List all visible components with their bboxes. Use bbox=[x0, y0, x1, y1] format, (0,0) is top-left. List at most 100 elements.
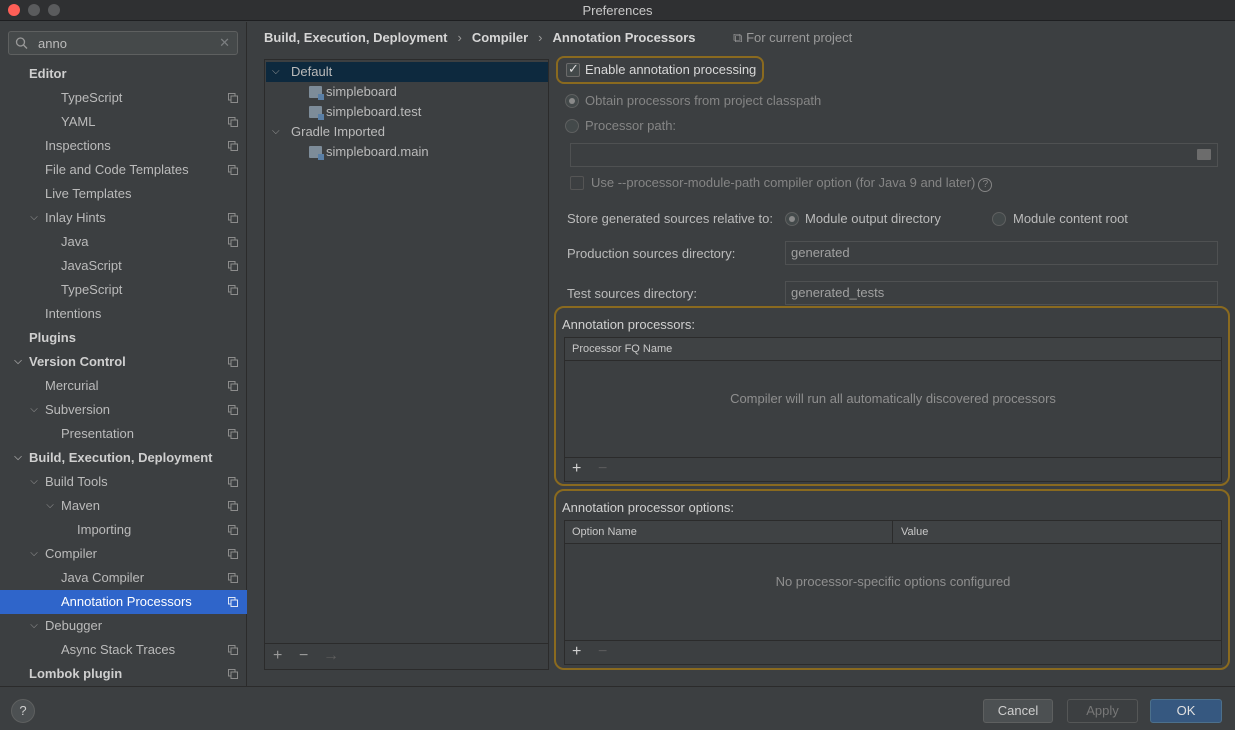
module-path-checkbox[interactable] bbox=[570, 176, 584, 190]
sidebar-item-label: Mercurial bbox=[45, 378, 99, 393]
breadcrumb-item: Annotation Processors bbox=[552, 30, 696, 45]
module-item[interactable]: simpleboard.main bbox=[309, 142, 429, 162]
sidebar-item-label: Async Stack Traces bbox=[61, 642, 176, 657]
remove-option-button[interactable]: − bbox=[598, 643, 607, 661]
cancel-button[interactable]: Cancel bbox=[983, 699, 1053, 723]
copy-icon bbox=[228, 405, 238, 415]
folder-icon[interactable] bbox=[1197, 149, 1211, 160]
module-path-text: Use --processor-module-path compiler opt… bbox=[591, 175, 976, 190]
obtain-classpath-radio[interactable] bbox=[565, 94, 579, 108]
copy-icon bbox=[228, 669, 238, 679]
profile-item-gradle[interactable]: ⌵ Gradle Imported bbox=[265, 122, 545, 142]
option-name-column[interactable]: Option Name bbox=[565, 521, 893, 543]
module-output-label: Module output directory bbox=[805, 211, 941, 226]
sidebar-item-label: JavaScript bbox=[61, 258, 122, 273]
copy-icon bbox=[228, 429, 238, 439]
close-icon[interactable]: ✕ bbox=[219, 35, 230, 51]
processors-table: Processor FQ Name Compiler will run all … bbox=[564, 337, 1222, 482]
copy-icon bbox=[228, 237, 238, 247]
processor-path-field[interactable] bbox=[570, 143, 1218, 167]
ok-button[interactable]: OK bbox=[1150, 699, 1222, 723]
sidebar-item-plugins[interactable]: Plugins bbox=[0, 326, 247, 350]
profile-item-default[interactable]: ⌵ Default bbox=[266, 62, 548, 82]
sidebar-item-lombok-plugin[interactable]: Lombok plugin bbox=[0, 662, 247, 686]
sidebar-item-compiler[interactable]: ⌵ Compiler bbox=[0, 542, 247, 566]
module-item[interactable]: simpleboard.test bbox=[309, 102, 421, 122]
chevron-down-icon[interactable]: ⌵ bbox=[28, 614, 40, 638]
chevron-down-icon[interactable]: ⌵ bbox=[28, 470, 40, 494]
sidebar-item-label: Java bbox=[61, 234, 89, 249]
sidebar-item-build-execution-deployment[interactable]: ⌵ Build, Execution, Deployment bbox=[0, 446, 247, 470]
sidebar-item-editor[interactable]: Editor bbox=[0, 62, 247, 86]
chevron-down-icon[interactable]: ⌵ bbox=[28, 206, 40, 230]
window-title: Preferences bbox=[582, 3, 653, 18]
breadcrumb-item[interactable]: Build, Execution, Deployment bbox=[264, 30, 447, 45]
test-dir-label: Test sources directory: bbox=[567, 286, 698, 301]
sidebar-item-file-and-code-templates[interactable]: File and Code Templates bbox=[0, 158, 247, 182]
add-option-button[interactable]: + bbox=[572, 643, 581, 661]
processor-name-column[interactable]: Processor FQ Name bbox=[565, 338, 672, 360]
sidebar-item-java[interactable]: Java bbox=[0, 230, 247, 254]
module-content-radio[interactable] bbox=[992, 212, 1006, 226]
add-profile-button[interactable]: + bbox=[273, 647, 282, 665]
production-dir-label: Production sources directory: bbox=[567, 246, 736, 261]
module-item[interactable]: simpleboard bbox=[309, 82, 397, 102]
sidebar-item-maven[interactable]: ⌵ Maven bbox=[0, 494, 247, 518]
module-folder-icon bbox=[309, 106, 324, 120]
sidebar-item-mercurial[interactable]: Mercurial bbox=[0, 374, 247, 398]
processor-options-title: Annotation processor options: bbox=[562, 500, 734, 515]
option-value-column[interactable]: Value bbox=[894, 521, 928, 543]
chevron-right-icon: › bbox=[538, 30, 543, 45]
sidebar-item-importing[interactable]: Importing bbox=[0, 518, 247, 542]
sidebar-item-label: YAML bbox=[61, 114, 96, 129]
processor-path-radio[interactable] bbox=[565, 119, 579, 133]
sidebar-item-label: Debugger bbox=[45, 618, 103, 633]
add-processor-button[interactable]: + bbox=[572, 460, 581, 478]
sidebar-item-java-compiler[interactable]: Java Compiler bbox=[0, 566, 247, 590]
apply-button[interactable]: Apply bbox=[1067, 699, 1138, 723]
sidebar-item-async-stack-traces[interactable]: Async Stack Traces bbox=[0, 638, 247, 662]
sidebar-item-version-control[interactable]: ⌵ Version Control bbox=[0, 350, 247, 374]
sidebar-item-typescript[interactable]: TypeScript bbox=[0, 86, 247, 110]
sidebar-item-javascript[interactable]: JavaScript bbox=[0, 254, 247, 278]
enable-annotation-checkbox[interactable] bbox=[566, 61, 580, 77]
chevron-down-icon[interactable]: ⌵ bbox=[44, 494, 56, 518]
module-output-radio[interactable] bbox=[785, 212, 799, 226]
sidebar-item-annotation-processors[interactable]: Annotation Processors bbox=[0, 590, 247, 614]
move-profile-button[interactable]: → bbox=[323, 647, 339, 665]
test-dir-field[interactable]: generated_tests bbox=[785, 281, 1218, 305]
remove-processor-button[interactable]: − bbox=[598, 460, 607, 478]
breadcrumb-item[interactable]: Compiler bbox=[472, 30, 528, 45]
help-icon[interactable]: ? bbox=[978, 178, 993, 192]
module-label: simpleboard.main bbox=[326, 144, 429, 159]
chevron-down-icon[interactable]: ⌵ bbox=[12, 446, 24, 470]
sidebar-item-label: Subversion bbox=[45, 402, 111, 417]
help-button[interactable]: ? bbox=[11, 699, 35, 723]
sidebar-item-label: Annotation Processors bbox=[61, 594, 192, 609]
sidebar-item-build-tools[interactable]: ⌵ Build Tools bbox=[0, 470, 247, 494]
module-folder-icon bbox=[309, 146, 324, 160]
sidebar-item-label: Build, Execution, Deployment bbox=[29, 450, 213, 465]
sidebar-item-intentions[interactable]: Intentions bbox=[0, 302, 247, 326]
sidebar-item-inspections[interactable]: Inspections bbox=[0, 134, 247, 158]
sidebar-item-live-templates[interactable]: Live Templates bbox=[0, 182, 247, 206]
sidebar-item-subversion[interactable]: ⌵ Subversion bbox=[0, 398, 247, 422]
production-dir-field[interactable]: generated bbox=[785, 241, 1218, 265]
sidebar-item-presentation[interactable]: Presentation bbox=[0, 422, 247, 446]
sidebar-item-typescript[interactable]: TypeScript bbox=[0, 278, 247, 302]
sidebar-item-inlay-hints[interactable]: ⌵ Inlay Hints bbox=[0, 206, 247, 230]
search-input[interactable]: anno ✕ bbox=[8, 31, 238, 55]
copy-icon bbox=[228, 549, 238, 559]
chevron-down-icon[interactable]: ⌵ bbox=[28, 542, 40, 566]
sidebar-item-debugger[interactable]: ⌵ Debugger bbox=[0, 614, 247, 638]
chevron-down-icon[interactable]: ⌵ bbox=[28, 398, 40, 422]
dialog-button-bar: ? Cancel Apply OK bbox=[0, 686, 1235, 730]
remove-profile-button[interactable]: − bbox=[299, 647, 308, 665]
sidebar-item-label: Plugins bbox=[29, 330, 76, 345]
chevron-down-icon[interactable]: ⌵ bbox=[12, 350, 24, 374]
options-toolbar: + − bbox=[565, 640, 1221, 664]
module-label: simpleboard bbox=[326, 84, 397, 99]
sidebar-item-label: Maven bbox=[61, 498, 101, 513]
copy-icon bbox=[228, 165, 238, 175]
sidebar-item-yaml[interactable]: YAML bbox=[0, 110, 247, 134]
